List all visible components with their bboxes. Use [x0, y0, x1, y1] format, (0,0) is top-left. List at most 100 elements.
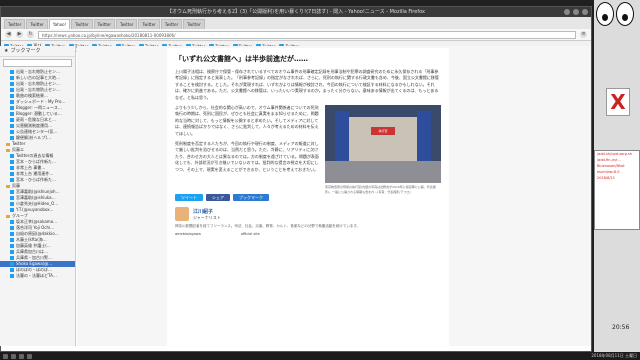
blog-link[interactable]: ameblo/egawa: [175, 232, 201, 236]
share-buttons: ツイート シェア ブックマーク: [175, 194, 441, 202]
tab[interactable]: Twitter: [138, 19, 160, 29]
bookmark-icon: [10, 244, 14, 248]
bookmark-icon: [10, 130, 14, 134]
bookmark-icon: [10, 196, 14, 200]
bookmark-label: 宮本・ひらば作新た…: [16, 177, 56, 182]
bookmark-tree: 出発・忘れ物防止セン… 新しい古の記事と大地… 出発・忘れ物防止セン… 出発・忘れ物防…: [0, 69, 75, 279]
article-heading: 「いずれ公文書館へ」は半歩前進だが……: [175, 55, 308, 63]
menu-icon[interactable]: ≡: [580, 31, 587, 38]
folder-icon: [6, 142, 10, 146]
window-title: 【オウム死刑執行から考える2】(3)「公開版利)を用い暴くり!(7日誌す) - …: [167, 9, 425, 15]
bookmark-icon: [10, 166, 14, 170]
page-content: 「いずれ公文書館へ」は半歩前進だが…… 上川陽子法相は、検察庁で保管・保存されて…: [77, 46, 591, 346]
bookmark-icon: [10, 178, 14, 182]
author-role: ジャーナリスト: [193, 214, 221, 220]
bookmark-icon: [10, 220, 14, 224]
bookmark-icon: [10, 154, 14, 158]
tab[interactable]: Twitter: [4, 19, 26, 29]
author-box: 江川紹子 ジャーナリスト: [175, 207, 441, 222]
photo-caption: 東京拘置所の刑場の執行室(内部の写真は法務省が2010年に報道陣に公開、代表撮影…: [325, 185, 436, 194]
tweet-button[interactable]: ツイート: [175, 194, 203, 202]
tab-bar: Twitter Twitter Yahoo! Twitter Twitter Twitte…: [1, 17, 591, 29]
author-links: ameblo/egawa official site: [175, 232, 441, 236]
facebook-share-button[interactable]: シェア: [206, 194, 230, 202]
sidebar-title: ブックマーク: [10, 47, 41, 54]
bookmark-icon: [10, 124, 14, 128]
bookmark-icon: [10, 172, 14, 176]
author-bio: 神奈川新聞記者を経てフリーランス。司法、社会、災害、教育、カルト、音楽などの分野…: [175, 224, 361, 229]
sidebar-header: ★ ブックマーク: [0, 46, 75, 57]
avatar[interactable]: [175, 207, 189, 222]
article: 「いずれ公文書館へ」は半歩前進だが…… 上川陽子法相は、検察庁で保管・保存されて…: [167, 48, 449, 346]
tab[interactable]: Twitter: [183, 19, 205, 29]
article-paragraph: 上川陽子法相は、検察庁で保管・保存されているすべてのオウム事件の刑事確定記録を刑…: [175, 69, 439, 100]
bookmark-icon: [10, 262, 14, 266]
url-input[interactable]: https://news.yahoo.co.jp/byline/egawasho…: [38, 30, 576, 39]
bookmark-icon: [10, 82, 14, 86]
sidebar-search-input[interactable]: [3, 59, 72, 67]
terminal-window[interactable]: /add-sh/upd-xorg.sh/add-fin-/n/r... Bluen…: [594, 150, 640, 230]
bookmark-icon: [10, 100, 14, 104]
bookmark-icon: [10, 88, 14, 92]
desktop-clock: 20:56: [612, 324, 630, 331]
bookmark-icon: [10, 106, 14, 110]
tab[interactable]: Yahoo!: [48, 19, 71, 29]
terminal-app-icon[interactable]: [11, 353, 16, 359]
author-name[interactable]: 江川紹子: [193, 208, 221, 215]
room-sign: 執行室: [371, 127, 395, 136]
firefox-app-icon[interactable]: [19, 353, 24, 359]
bookmark-icon: [10, 256, 14, 260]
bookmark-icon: [10, 208, 14, 212]
bookmark-item[interactable]: 法曹の・法曹ほどTA…: [0, 273, 75, 279]
tab[interactable]: Twitter: [93, 19, 116, 29]
window-controls: [564, 7, 588, 15]
bookmarks-sidebar: ★ ブックマーク 出発・忘れ物防止セン… 新しい古の記事と大地… 出発・忘れ物防止セ…: [0, 46, 76, 346]
minimize-button[interactable]: [564, 9, 570, 15]
tab[interactable]: Twitter: [160, 19, 183, 29]
article-photo: 執行室 東京拘置所の刑場の執行室(内部の写真は法務省が2010年に報道陣に公開、…: [325, 105, 441, 194]
terminal-line: 2018/8/11: [597, 176, 615, 180]
folder-icon: [6, 148, 10, 152]
folder-icon: [6, 184, 10, 188]
bookmark-icon: [10, 160, 14, 164]
bookmark-icon: [10, 238, 14, 242]
bookmark-icon: [10, 76, 14, 80]
files-app-icon[interactable]: [27, 353, 32, 359]
x-logo-icon[interactable]: X: [606, 88, 630, 116]
bookmark-icon: [10, 202, 14, 206]
reload-icon[interactable]: ↻: [27, 31, 34, 38]
execution-room-image[interactable]: 執行室: [325, 105, 441, 184]
bookmark-icon: [10, 136, 14, 140]
xeyes-widget: [596, 2, 634, 26]
bookmark-icon: [10, 226, 14, 230]
bookmark-button[interactable]: ブックマーク: [233, 194, 269, 202]
bookmark-icon: [10, 268, 14, 272]
taskbar-apps: [3, 352, 32, 360]
bookmark-icon: [10, 190, 14, 194]
forward-icon[interactable]: ▶: [16, 31, 23, 38]
navigation-bar: ◀ ▶ ↻ https://news.yahoo.co.jp/byline/eg…: [1, 29, 591, 41]
tab[interactable]: Twitter: [26, 19, 48, 29]
bookmark-icon: [10, 274, 14, 278]
bookmark-icon: [10, 232, 14, 236]
tab[interactable]: Twitter: [116, 19, 138, 29]
official-site-link[interactable]: official site: [241, 232, 260, 236]
tab[interactable]: Twitter: [71, 19, 93, 29]
left-eye-icon: [596, 2, 614, 26]
bookmark-icon: [10, 118, 14, 122]
bookmark-icon: [10, 112, 14, 116]
window-titlebar[interactable]: 【オウム死刑執行から考える2】(3)「公開版利)を用い暴くり!(7日誌す) - …: [1, 7, 591, 17]
maximize-button[interactable]: [573, 9, 579, 15]
folder-icon: [6, 214, 10, 218]
back-icon[interactable]: ◀: [5, 31, 12, 38]
right-eye-icon: [616, 2, 634, 26]
bookmark-label: 法曹の・法曹ほどTA…: [16, 273, 57, 278]
bookmark-icon: [10, 70, 14, 74]
bookmark-icon: [10, 250, 14, 254]
taskbar-date: 2018年08月11日 土曜日: [591, 353, 637, 358]
taskbar: 2018年08月11日 土曜日: [0, 352, 640, 360]
bookmark-icon: [10, 94, 14, 98]
app-launcher-icon[interactable]: [3, 353, 8, 359]
close-button[interactable]: [582, 9, 588, 15]
star-icon: ★: [4, 47, 9, 54]
